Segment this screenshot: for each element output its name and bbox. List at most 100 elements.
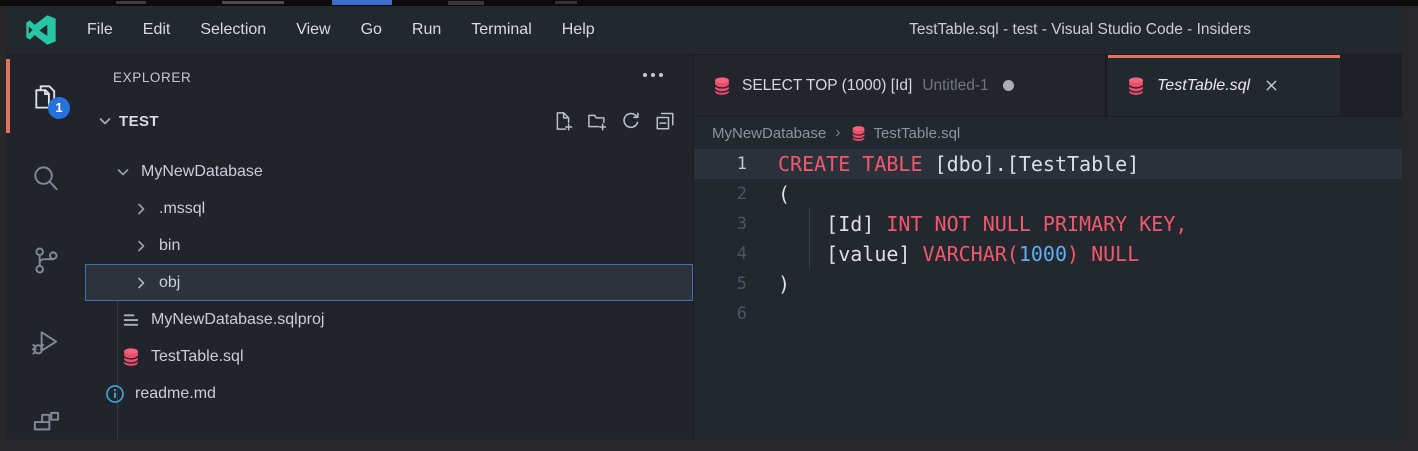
tab-untitled-1[interactable]: SELECT TOP (1000) [Id] Untitled-1: [694, 55, 1106, 116]
tree-item-mssql[interactable]: .mssql: [85, 190, 693, 227]
menu-terminal[interactable]: Terminal: [456, 6, 546, 54]
background-fragment: [555, 1, 577, 4]
tab-detail: Untitled-1: [922, 77, 988, 95]
breadcrumb-separator: ›: [835, 124, 840, 142]
chevron-right-icon: [133, 201, 149, 217]
background-fragment: [222, 1, 284, 4]
title-bar: File Edit Selection View Go Run Terminal…: [6, 6, 1402, 55]
code-line-4: 4 [value] VARCHAR(1000) NULL: [694, 239, 1402, 269]
code-line-6: 6: [694, 299, 1402, 329]
line-number: 4: [694, 239, 747, 269]
menu-help[interactable]: Help: [547, 6, 610, 54]
menu-go[interactable]: Go: [346, 6, 397, 54]
tree-item-testtable-sql[interactable]: TestTable.sql: [85, 338, 693, 375]
extensions-icon: [30, 409, 61, 440]
menu-bar: File Edit Selection View Go Run Terminal…: [72, 6, 610, 54]
code-editor[interactable]: 1 CREATE TABLE [dbo].[TestTable] 2 ( 3 […: [694, 149, 1402, 439]
activity-bar: 1: [6, 55, 85, 439]
code-text: CREATE TABLE [dbo].[TestTable]: [747, 149, 1139, 179]
code-line-5: 5 ): [694, 269, 1402, 299]
code-text: [747, 299, 778, 329]
git-branch-icon: [30, 245, 61, 276]
files-icon: 1: [30, 81, 61, 112]
chevron-right-icon: [133, 238, 149, 254]
menu-view[interactable]: View: [281, 6, 345, 54]
info-icon: [105, 384, 125, 404]
activity-explorer-button[interactable]: 1: [6, 55, 85, 137]
tree-item-label: MyNewDatabase: [141, 163, 263, 181]
close-icon[interactable]: [1264, 78, 1279, 93]
modified-dot-icon[interactable]: [1003, 80, 1014, 91]
more-actions-icon[interactable]: [643, 73, 663, 77]
tab-title: TestTable.sql: [1157, 77, 1250, 95]
collapse-all-icon[interactable]: [655, 111, 675, 131]
file-tree: MyNewDatabase .mssql bin obj: [85, 143, 693, 412]
new-folder-icon[interactable]: [587, 111, 607, 131]
tree-item-label: .mssql: [159, 200, 205, 218]
tree-item-sqlproj[interactable]: MyNewDatabase.sqlproj: [85, 301, 693, 338]
tree-item-bin[interactable]: bin: [85, 227, 693, 264]
background-fragment: [332, 0, 392, 5]
section-header-test[interactable]: TEST: [85, 99, 693, 143]
explorer-sidebar: EXPLORER TEST: [85, 55, 694, 439]
tree-item-label: obj: [159, 274, 180, 292]
chevron-down-icon: [115, 164, 131, 180]
section-label: TEST: [119, 113, 159, 130]
tree-item-label: TestTable.sql: [151, 348, 244, 366]
indent-guide: [809, 239, 810, 269]
window-title: TestTable.sql - test - Visual Studio Cod…: [909, 6, 1251, 54]
code-text: (: [747, 179, 790, 209]
database-icon: [121, 347, 141, 367]
tree-item-readme[interactable]: readme.md: [85, 375, 693, 412]
line-number: 5: [694, 269, 747, 299]
tab-title: SELECT TOP (1000) [Id]: [742, 77, 912, 95]
tree-item-mynewdatabase[interactable]: MyNewDatabase: [85, 153, 693, 190]
background-fragment: [448, 1, 484, 5]
refresh-icon[interactable]: [621, 111, 641, 131]
line-number: 6: [694, 299, 747, 329]
activity-source-control-button[interactable]: [6, 219, 85, 301]
code-text: ): [747, 269, 790, 299]
search-icon: [30, 163, 61, 194]
code-line-3: 3 [Id] INT NOT NULL PRIMARY KEY,: [694, 209, 1402, 239]
vscode-window: File Edit Selection View Go Run Terminal…: [6, 6, 1402, 440]
tab-bar: SELECT TOP (1000) [Id] Untitled-1 TestTa…: [694, 55, 1402, 117]
line-number: 3: [694, 209, 747, 239]
tree-item-label: MyNewDatabase.sqlproj: [151, 311, 324, 329]
tree-item-obj-selected[interactable]: obj: [85, 264, 693, 301]
code-text: [Id] INT NOT NULL PRIMARY KEY,: [747, 209, 1187, 239]
code-line-1: 1 CREATE TABLE [dbo].[TestTable]: [694, 149, 1402, 179]
section-actions: [553, 111, 675, 131]
breadcrumb-item-database[interactable]: MyNewDatabase: [712, 125, 826, 142]
activity-extensions-button[interactable]: [6, 383, 85, 439]
database-icon: [1126, 76, 1146, 96]
activity-run-debug-button[interactable]: [6, 301, 85, 383]
menu-file[interactable]: File: [72, 6, 128, 54]
line-number: 2: [694, 179, 747, 209]
tree-item-label: bin: [159, 237, 180, 255]
explorer-header-title: EXPLORER: [113, 70, 191, 85]
menu-edit[interactable]: Edit: [128, 6, 186, 54]
indent-guide: [809, 209, 810, 239]
run-and-debug-icon: [30, 327, 61, 358]
background-fragment: [116, 1, 146, 4]
chevron-down-icon: [97, 113, 113, 129]
tab-testtable-sql-active[interactable]: TestTable.sql: [1108, 55, 1340, 116]
menu-run[interactable]: Run: [397, 6, 456, 54]
database-icon: [712, 76, 732, 96]
explorer-badge: 1: [48, 97, 70, 119]
code-text: [value] VARCHAR(1000) NULL: [747, 239, 1139, 269]
chevron-right-icon: [133, 275, 149, 291]
new-file-icon[interactable]: [553, 111, 573, 131]
code-line-2: 2 (: [694, 179, 1402, 209]
database-icon: [850, 125, 867, 142]
project-list-icon: [121, 310, 141, 330]
tree-item-label: readme.md: [135, 385, 216, 403]
line-number: 1: [694, 149, 747, 179]
activity-search-button[interactable]: [6, 137, 85, 219]
breadcrumb: MyNewDatabase › TestTable.sql: [694, 117, 1402, 149]
vscode-insiders-logo-icon: [26, 15, 56, 45]
menu-selection[interactable]: Selection: [185, 6, 281, 54]
breadcrumb-item-file[interactable]: TestTable.sql: [874, 125, 961, 142]
editor-group: SELECT TOP (1000) [Id] Untitled-1 TestTa…: [694, 55, 1402, 439]
